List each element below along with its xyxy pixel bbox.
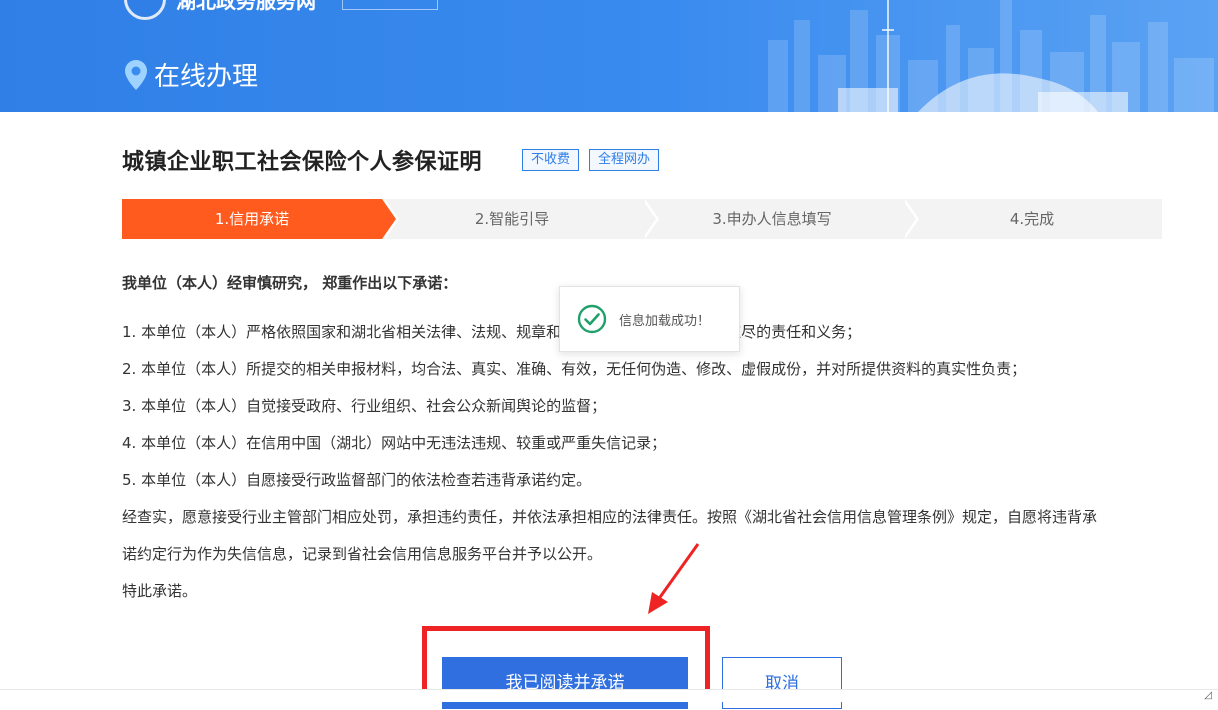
location-pin-icon <box>125 59 147 90</box>
success-toast: 信息加载成功！ <box>559 286 740 352</box>
site-brand[interactable]: 湖北政务服务网 <box>124 0 438 20</box>
site-name: 湖北政务服务网 <box>176 0 316 13</box>
city-skyline-illustration <box>768 0 1214 112</box>
service-title: 城镇企业职工社会保险个人参保证明 <box>122 150 483 175</box>
section-title: 在线办理 <box>124 56 258 93</box>
step-label: 2.智能引导 <box>474 210 550 228</box>
step-applicant-info: 3.申办人信息填写 <box>642 199 919 239</box>
annotation-arrow-icon <box>648 543 700 614</box>
site-banner: 湖北政务服务网 在线办理 <box>0 0 1218 112</box>
check-circle-icon <box>577 304 607 334</box>
tag-free-of-charge: 不收费 <box>522 149 580 171</box>
commitment-item: 4. 本单位（本人）在信用中国（湖北）网站中无违法违规、较重或严重失信记录； <box>122 434 667 452</box>
step-complete: 4.完成 <box>902 199 1162 239</box>
commitment-item: 2. 本单位（本人）所提交的相关申报材料，均合法、真实、准确、有效，无任何伪造、… <box>122 360 1027 378</box>
step-smart-guide: 2.智能引导 <box>382 199 659 239</box>
process-steps: 1.信用承诺 2.智能引导 3.申办人信息填写 4.完成 <box>122 199 1162 239</box>
toast-message: 信息加载成功！ <box>619 313 711 329</box>
step-label: 3.申办人信息填写 <box>712 210 832 228</box>
government-emblem-icon <box>124 0 166 20</box>
step-label: 4.完成 <box>1009 210 1055 228</box>
service-title-row: 城镇企业职工社会保险个人参保证明 不收费 全程网办 <box>122 144 660 176</box>
commitment-closing-line: 经查实，愿意接受行业主管部门相应处罚，承担违约责任，并依法承担相应的法律责任。按… <box>122 508 1098 526</box>
header-search-box[interactable] <box>342 0 438 10</box>
section-title-text: 在线办理 <box>154 62 259 92</box>
bottom-edge-bar <box>0 689 1218 702</box>
step-credit-commitment: 1.信用承诺 <box>122 199 399 239</box>
commitment-item: 5. 本单位（本人）自愿接受行政监督部门的依法检查若违背承诺约定。 <box>122 471 592 489</box>
corner-resize-icon: ◿ <box>1204 690 1212 701</box>
commitment-item: 3. 本单位（本人）自觉接受政府、行业组织、社会公众新闻舆论的监督； <box>122 397 607 415</box>
step-label: 1.信用承诺 <box>214 210 290 228</box>
tag-fully-online: 全程网办 <box>589 149 660 171</box>
